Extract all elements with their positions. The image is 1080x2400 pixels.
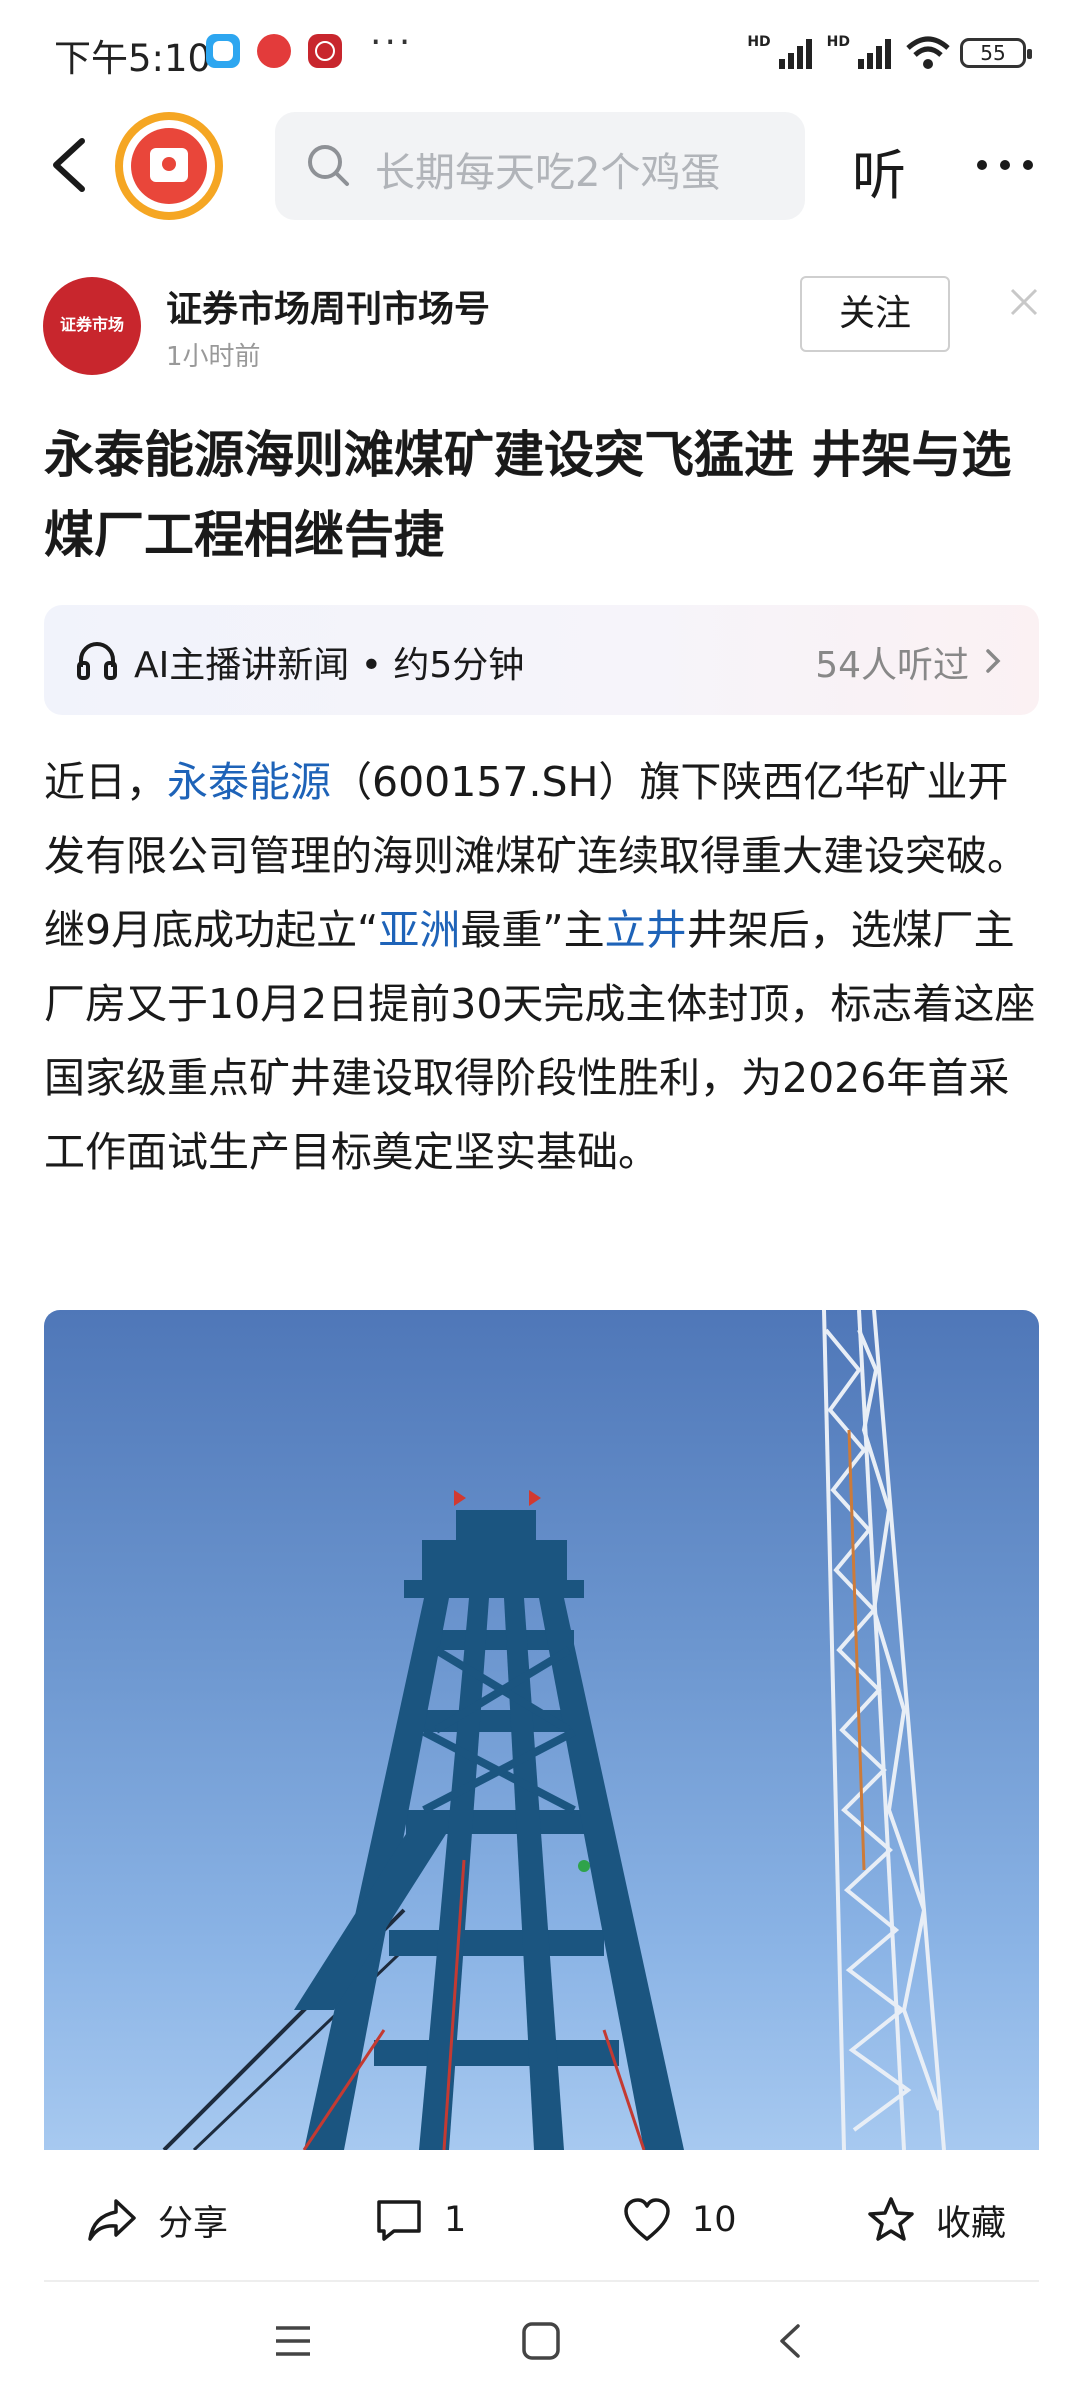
hd-label: HD (747, 34, 771, 50)
app-notification-icon (308, 34, 342, 68)
headphones-icon (77, 642, 117, 680)
battery-icon: 55 (960, 38, 1032, 68)
star-icon (868, 2197, 914, 2241)
ai-audio-label: AI主播讲新闻 • 约5分钟 (134, 645, 525, 686)
status-time: 下午5:10 (54, 37, 212, 80)
divider (44, 2280, 1039, 2282)
comment-count: 1 (444, 2200, 467, 2240)
signal-icon (858, 39, 891, 69)
stock-link[interactable]: 永泰能源 (167, 758, 331, 806)
article-photo[interactable] (44, 1310, 1039, 2150)
wallet-logo-icon (131, 128, 207, 204)
listen-button[interactable]: 听 (852, 131, 906, 210)
keyword-link[interactable]: 立井 (605, 906, 687, 954)
app-logo-button[interactable] (115, 112, 223, 220)
share-icon (88, 2199, 136, 2241)
close-icon (1010, 288, 1038, 316)
back-button[interactable] (42, 127, 102, 203)
close-button[interactable] (1004, 282, 1044, 322)
app-notification-icon (206, 34, 240, 68)
chevron-right-icon (986, 649, 1001, 673)
comment-icon (377, 2200, 421, 2241)
like-button[interactable]: 10 (622, 2190, 737, 2250)
favorite-label: 收藏 (936, 2203, 1007, 2244)
share-button[interactable]: 分享 (86, 2190, 228, 2250)
comment-button[interactable]: 1 (374, 2190, 466, 2250)
author-avatar[interactable]: 证券市场 (43, 277, 141, 375)
wifi-icon (906, 36, 950, 69)
status-more-icon: ··· (370, 22, 414, 63)
article-body: 近日，永泰能源（600157.SH）旗下陕西亿华矿业开发有限公司管理的海则滩煤矿… (44, 745, 1039, 1189)
avatar-text: 证券市场 (59, 315, 124, 334)
publish-time: 1小时前 (166, 342, 261, 372)
share-label: 分享 (158, 2203, 229, 2244)
author-row: 证券市场 证券市场周刊市场号 1小时前 关注 (0, 272, 1080, 382)
heart-icon (624, 2198, 670, 2241)
listener-count: 54人听过 (815, 645, 969, 686)
system-navigation-bar (0, 2290, 1080, 2400)
signal-icon (778, 39, 812, 69)
more-dots-icon (977, 160, 1033, 170)
status-bar: 下午5:10 ··· HD HD 55 (0, 0, 1080, 105)
favorite-button[interactable]: 收藏 (866, 2190, 1006, 2250)
back-arrow-icon (53, 138, 85, 192)
app-notification-icon (257, 34, 291, 68)
body-text: 近日， (44, 758, 167, 806)
action-bar: 分享 1 10 收藏 (0, 2150, 1080, 2280)
author-name[interactable]: 证券市场周刊市场号 (166, 280, 490, 332)
search-placeholder: 长期每天吃2个鸡蛋 (375, 150, 721, 196)
more-options-button[interactable] (970, 145, 1040, 185)
recent-apps-button[interactable] (272, 2320, 314, 2366)
system-back-button[interactable] (770, 2320, 812, 2366)
body-text: 最重”主 (460, 906, 605, 954)
search-input[interactable]: 长期每天吃2个鸡蛋 (275, 112, 805, 220)
menu-icon (276, 2326, 310, 2356)
home-button[interactable] (520, 2320, 562, 2366)
hd-label: HD (826, 34, 850, 50)
top-navigation: 长期每天吃2个鸡蛋 听 (0, 105, 1080, 225)
mine-headframe-illustration (162, 1310, 946, 2150)
article-title: 永泰能源海则滩煤矿建设突飞猛进 井架与选煤厂工程相继告捷 (44, 426, 1012, 564)
back-chevron-icon (780, 2324, 800, 2358)
keyword-link[interactable]: 亚洲 (378, 906, 460, 954)
like-count: 10 (692, 2200, 737, 2240)
follow-button[interactable]: 关注 (800, 276, 950, 352)
ai-audio-bar[interactable]: AI主播讲新闻 • 约5分钟 54人听过 (44, 605, 1039, 715)
search-icon (308, 145, 349, 186)
home-square-icon (522, 2322, 560, 2360)
